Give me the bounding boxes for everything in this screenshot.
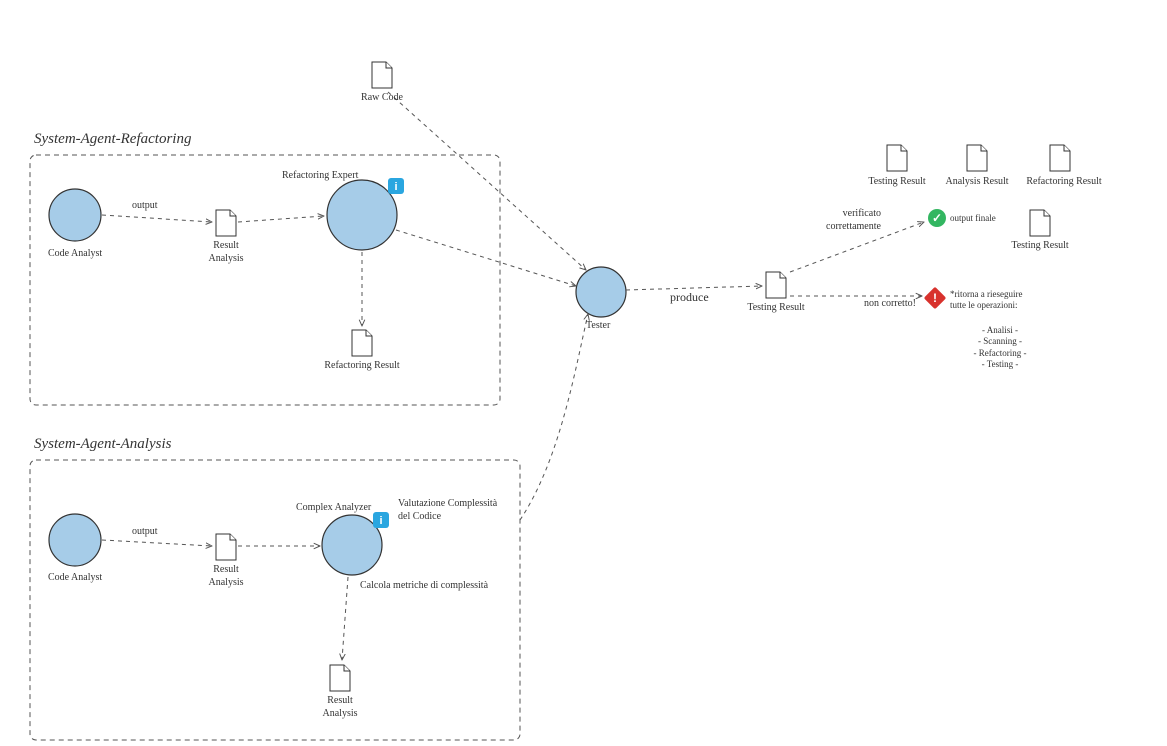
label-output-finale: output finale	[950, 213, 996, 224]
label-testing-result: Testing Result	[747, 302, 804, 315]
edge-analysis-to-tester	[520, 314, 588, 520]
node-out-testing2	[1030, 210, 1050, 236]
node-out-testing	[887, 145, 907, 171]
diagram-canvas: i i ✓ !	[0, 0, 1167, 746]
edge-output-bot	[102, 540, 212, 546]
label-output-top: output	[132, 200, 158, 213]
group-refactoring	[30, 155, 500, 405]
edge-result-to-expert	[238, 216, 324, 222]
node-code-analyst-top	[49, 189, 101, 241]
label-refactoring-expert: Refactoring Expert	[282, 170, 358, 183]
node-refactoring-result	[352, 330, 372, 356]
svg-text:i: i	[379, 515, 382, 527]
label-output-bot: output	[132, 526, 158, 539]
label-out-refactoring: Refactoring Result	[1026, 176, 1101, 189]
edge-output-top	[102, 215, 212, 222]
label-refactoring-result: Refactoring Result	[324, 360, 399, 373]
label-complex-analyzer: Complex Analyzer	[296, 502, 371, 515]
label-out-analysis: Analysis Result	[945, 176, 1008, 189]
group-analysis-title: System-Agent-Analysis	[34, 435, 171, 454]
node-refactoring-expert	[327, 180, 397, 250]
label-retry-list: - Analisi - - Scanning - - Refactoring -…	[974, 325, 1027, 370]
label-produce: produce	[670, 290, 709, 305]
node-testing-result	[766, 272, 786, 298]
edge-complex-to-result	[342, 577, 348, 660]
label-result-analysis-bot: Result Analysis	[209, 564, 244, 589]
label-verified: verificato correttamente	[826, 208, 881, 233]
label-not-correct: non corretto!	[864, 298, 916, 311]
label-complex-sub: Calcola metriche di complessità	[360, 580, 488, 593]
label-result-analysis-out: Result Analysis	[323, 695, 358, 720]
label-out-testing2: Testing Result	[1011, 240, 1068, 253]
label-result-analysis-top: Result Analysis	[209, 240, 244, 265]
node-tester	[576, 267, 626, 317]
node-result-analysis-bot	[216, 534, 236, 560]
label-code-analyst-top: Code Analyst	[48, 248, 102, 261]
edge-rawcode-to-tester	[388, 92, 586, 270]
svg-text:i: i	[394, 181, 397, 193]
svg-text:✓: ✓	[932, 211, 942, 225]
node-code-analyst-bot	[49, 514, 101, 566]
edge-expert-to-tester	[396, 230, 576, 286]
node-out-refactoring	[1050, 145, 1070, 171]
node-result-analysis-out	[330, 665, 350, 691]
svg-text:!: !	[933, 291, 937, 305]
label-out-testing: Testing Result	[868, 176, 925, 189]
node-result-analysis-top	[216, 210, 236, 236]
label-complex-info: Valutazione Complessità del Codice	[398, 498, 497, 523]
node-raw-code	[372, 62, 392, 88]
label-code-analyst-bot: Code Analyst	[48, 572, 102, 585]
label-raw-code: Raw Code	[361, 92, 403, 105]
label-tester: Tester	[586, 320, 610, 333]
group-refactoring-title: System-Agent-Refactoring	[34, 130, 191, 149]
label-retry-header: *ritorna a rieseguire tutte le operazion…	[950, 289, 1022, 312]
node-out-analysis	[967, 145, 987, 171]
